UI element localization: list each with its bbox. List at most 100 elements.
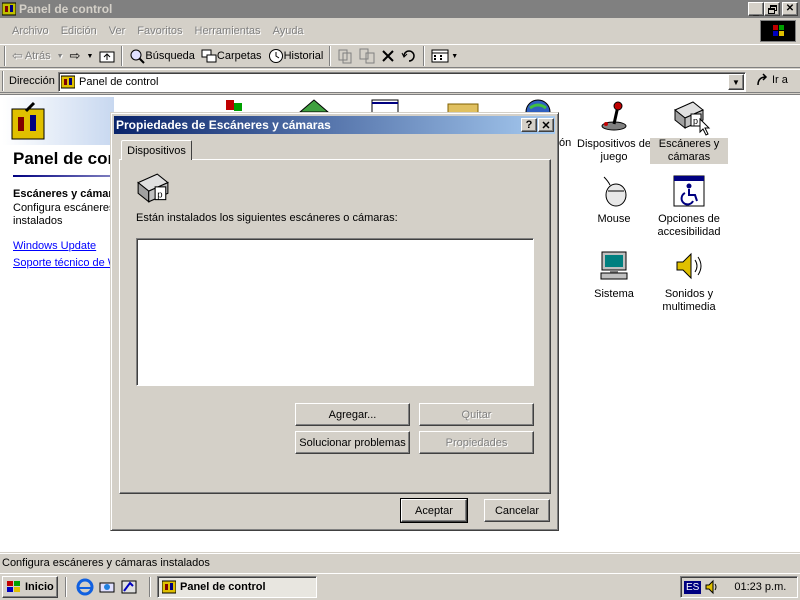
restore-button[interactable] xyxy=(764,2,780,16)
control-panel-icon xyxy=(2,2,16,16)
cancel-button[interactable]: Cancelar xyxy=(484,499,550,522)
undo-button[interactable] xyxy=(398,45,420,67)
item-game-controllers[interactable]: Dispositivos de juego xyxy=(575,100,653,164)
toolbar-separator xyxy=(329,46,332,66)
taskbar-separator xyxy=(65,577,67,597)
chevron-down-icon: ▼ xyxy=(451,52,459,60)
dialog-close-button[interactable]: ✕ xyxy=(538,118,554,132)
chevron-down-icon: ▼ xyxy=(86,52,94,60)
taskbar-separator xyxy=(149,577,151,597)
move-to-button[interactable] xyxy=(334,45,356,67)
chevron-down-icon: ▼ xyxy=(56,52,64,60)
scanner-icon: p xyxy=(137,173,169,203)
copy-to-button[interactable] xyxy=(356,45,378,67)
history-button[interactable]: Historial xyxy=(265,45,327,67)
system-tray: ES 01:23 p.m. xyxy=(680,576,798,598)
item-system[interactable]: Sistema xyxy=(575,250,653,301)
menu-ver[interactable]: Ver xyxy=(103,25,132,37)
move-to-icon xyxy=(338,49,352,64)
internet-explorer-icon[interactable] xyxy=(76,578,94,596)
minimize-button[interactable]: _ xyxy=(748,2,764,16)
windows-update-link[interactable]: Windows Update xyxy=(13,240,96,252)
toolbar-grip xyxy=(4,46,6,66)
menu-ayuda[interactable]: Ayuda xyxy=(267,25,310,37)
copy-to-icon xyxy=(359,48,375,64)
menu-herramientas[interactable]: Herramientas xyxy=(189,25,267,37)
item-scanners-cameras[interactable]: p Escáneres y cámaras xyxy=(650,100,728,164)
computer-icon xyxy=(600,251,628,280)
address-value: Panel de control xyxy=(79,76,159,88)
svg-text:p: p xyxy=(693,116,698,126)
item-label: Escáneres y xyxy=(650,138,728,151)
back-button[interactable]: ⇦ Atrás ▼ xyxy=(9,45,67,67)
address-dropdown-button[interactable]: ▼ xyxy=(728,74,744,90)
views-icon xyxy=(431,49,449,63)
go-arrow-icon xyxy=(757,73,768,86)
chevron-down-icon: ▼ xyxy=(732,77,740,87)
item-sounds-multimedia[interactable]: Sonidos y multimedia xyxy=(650,250,728,314)
devices-list[interactable] xyxy=(136,238,534,386)
ok-button[interactable]: Aceptar xyxy=(400,498,468,523)
item-label: cámaras xyxy=(650,151,728,164)
history-icon xyxy=(268,49,283,63)
forward-arrow-icon: ⇨ xyxy=(69,48,81,63)
menu-favoritos[interactable]: Favoritos xyxy=(131,25,188,37)
go-button[interactable]: Ir a xyxy=(756,73,788,87)
search-icon xyxy=(130,49,146,64)
volume-icon[interactable] xyxy=(704,579,720,595)
toolbar-separator xyxy=(423,46,426,66)
properties-button[interactable]: Propiedades xyxy=(419,431,534,454)
status-bar: Configura escáneres y cámaras instalados xyxy=(0,553,800,572)
joystick-icon xyxy=(601,101,627,131)
forward-button[interactable]: ⇨ ▼ xyxy=(67,45,97,67)
remove-button[interactable]: Quitar xyxy=(419,403,534,426)
clock[interactable]: 01:23 p.m. xyxy=(734,581,786,593)
tab-dispositivos[interactable]: Dispositivos xyxy=(121,140,192,160)
menu-archivo[interactable]: Archivo xyxy=(6,25,55,37)
toolbar-grip xyxy=(2,71,4,91)
language-indicator[interactable]: ES xyxy=(684,580,702,594)
menu-edicion[interactable]: Edición xyxy=(55,25,103,37)
taskbar: Inicio Panel de control ES 01:23 p.m. xyxy=(0,573,800,600)
tab-panel: p Están instalados los siguientes escáne… xyxy=(119,159,551,494)
taskbar-item-control-panel[interactable]: Panel de control xyxy=(157,576,317,598)
up-folder-button[interactable] xyxy=(96,45,118,67)
info-item-title: Escáneres y cámaras xyxy=(13,188,125,200)
window-title-bar[interactable]: Panel de control _ ✕ xyxy=(0,0,800,18)
close-button[interactable]: ✕ xyxy=(782,2,798,16)
item-label: Sistema xyxy=(594,288,634,300)
item-accessibility[interactable]: Opciones de accesibilidad xyxy=(650,175,728,239)
partial-item-label: ón xyxy=(559,137,572,149)
help-button[interactable]: ? xyxy=(521,118,537,132)
search-button[interactable]: Búsqueda xyxy=(126,45,198,67)
info-banner xyxy=(2,97,114,145)
info-pane: Panel de control Escáneres y cámaras Con… xyxy=(0,95,213,552)
scanners-cameras-properties-dialog: Propiedades de Escáneres y cámaras ? ✕ D… xyxy=(110,112,559,531)
views-button[interactable]: ▼ xyxy=(428,45,461,67)
outlook-express-icon[interactable] xyxy=(98,578,116,596)
mouse-pointer-icon xyxy=(699,118,711,136)
windows-logo-icon xyxy=(760,20,796,42)
item-label: juego xyxy=(600,151,628,163)
status-text: Configura escáneres y cámaras instalados xyxy=(2,557,210,569)
troubleshoot-button[interactable]: Solucionar problemas xyxy=(295,431,410,454)
standard-toolbar: ⇦ Atrás ▼ ⇨ ▼ Búsqueda Carpetas Historia… xyxy=(0,44,800,68)
control-panel-large-icon xyxy=(11,101,45,140)
item-mouse[interactable]: Mouse xyxy=(575,175,653,226)
item-label: accesibilidad xyxy=(657,226,721,238)
show-desktop-icon[interactable] xyxy=(120,578,138,596)
add-button[interactable]: Agregar... xyxy=(295,403,410,426)
dialog-title-bar[interactable]: Propiedades de Escáneres y cámaras ? ✕ xyxy=(114,116,555,134)
toolbar-separator xyxy=(121,46,124,66)
folders-button[interactable]: Carpetas xyxy=(198,45,265,67)
start-button[interactable]: Inicio xyxy=(2,576,58,598)
delete-button[interactable] xyxy=(378,45,398,67)
address-input[interactable]: Panel de control ▼ xyxy=(58,72,746,92)
window-title: Panel de control xyxy=(19,2,113,16)
item-label: multimedia xyxy=(662,301,716,313)
address-bar: Dirección Panel de control ▼ Ir a xyxy=(0,69,800,93)
control-panel-icon xyxy=(162,580,176,594)
speaker-icon xyxy=(676,252,702,280)
delete-icon xyxy=(382,50,395,62)
control-panel-icon xyxy=(61,75,75,89)
